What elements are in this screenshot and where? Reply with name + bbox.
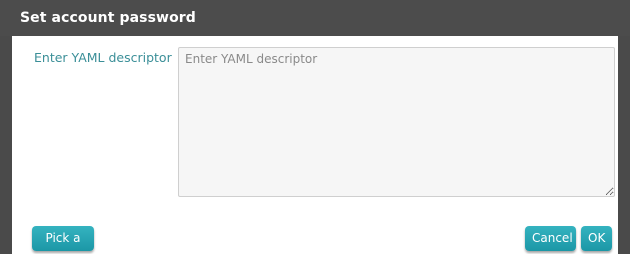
pick-file-button[interactable]: Pick a file — [32, 226, 94, 251]
dialog-body: Enter YAML descriptor Pick a file Cancel… — [12, 36, 618, 254]
dialog-title: Set account password — [20, 10, 196, 26]
ok-button[interactable]: OK — [581, 226, 612, 251]
yaml-descriptor-label: Enter YAML descriptor — [34, 50, 172, 65]
yaml-descriptor-input[interactable] — [178, 47, 615, 197]
dialog-titlebar: Set account password — [0, 0, 630, 36]
cancel-button[interactable]: Cancel — [525, 226, 576, 251]
set-password-dialog: Set account password Enter YAML descript… — [0, 0, 630, 254]
